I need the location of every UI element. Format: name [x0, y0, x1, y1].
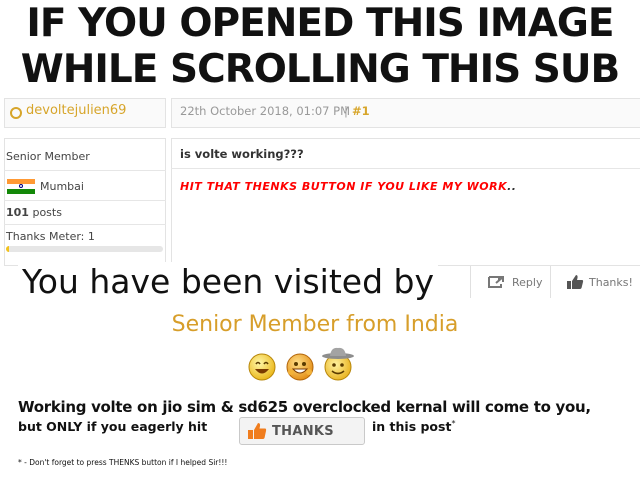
cowboy-smiley-icon: [322, 347, 354, 381]
tail-text-main: in this post: [372, 419, 452, 435]
headline-line-2: WHILE SCROLLING THIS SUB: [20, 47, 620, 92]
reply-button[interactable]: Reply: [512, 276, 542, 289]
thumbs-up-icon[interactable]: [566, 274, 584, 290]
thanks-meter-bar: [6, 246, 163, 252]
working-line: Working volte on jio sim & sd625 overclo…: [18, 398, 591, 416]
online-status-icon: [10, 107, 22, 119]
india-flag-icon: [7, 179, 35, 194]
divider: [470, 266, 471, 298]
laughing-smiley-icon: [248, 353, 276, 381]
post-number-link[interactable]: #1: [352, 104, 370, 118]
user-rank: Senior Member: [6, 150, 90, 163]
thanks-meter-label: Thanks Meter: 1: [6, 230, 95, 243]
reply-icon[interactable]: [487, 275, 505, 289]
divider: [4, 200, 166, 201]
thanks-meter-fill: [6, 246, 10, 252]
divider: [171, 168, 640, 169]
user-post-count: 101 posts: [6, 206, 62, 219]
post-date: 22th October 2018, 01:07 PM: [180, 104, 350, 118]
user-location: Mumbai: [40, 180, 84, 193]
thumbs-up-icon: [248, 423, 267, 439]
big-thanks-button-label: THANKS: [272, 424, 334, 439]
tail-asterisk: *: [451, 419, 456, 428]
post-count-value: 101: [6, 206, 29, 219]
post-signature: HIT THAT THENKS BUTTON IF YOU LIKE MY WO…: [180, 180, 516, 193]
visitor-title: Senior Member from India: [171, 312, 459, 337]
footnote: * - Don't forget to press THENKS button …: [18, 458, 228, 467]
post-subject: is volte working???: [180, 147, 304, 161]
divider: [4, 170, 166, 171]
post-header-separator: |: [344, 104, 348, 118]
divider: [550, 266, 551, 298]
thanks-button[interactable]: Thanks!: [589, 276, 633, 289]
signature-dots: ..: [507, 180, 517, 193]
signature-text: HIT THAT THENKS BUTTON IF YOU LIKE MY WO…: [180, 180, 508, 193]
tail-text: in this post*: [372, 419, 455, 434]
headline-line-1: IF YOU OPENED THIS IMAGE: [26, 1, 614, 46]
condition-line: but ONLY if you eagerly hit: [18, 419, 208, 434]
username-link[interactable]: devoltejulien69: [26, 103, 126, 118]
visited-text: You have been visited by: [18, 262, 439, 302]
post-count-suffix: posts: [32, 206, 62, 219]
divider: [4, 224, 166, 225]
grinning-smiley-icon: [286, 353, 314, 381]
